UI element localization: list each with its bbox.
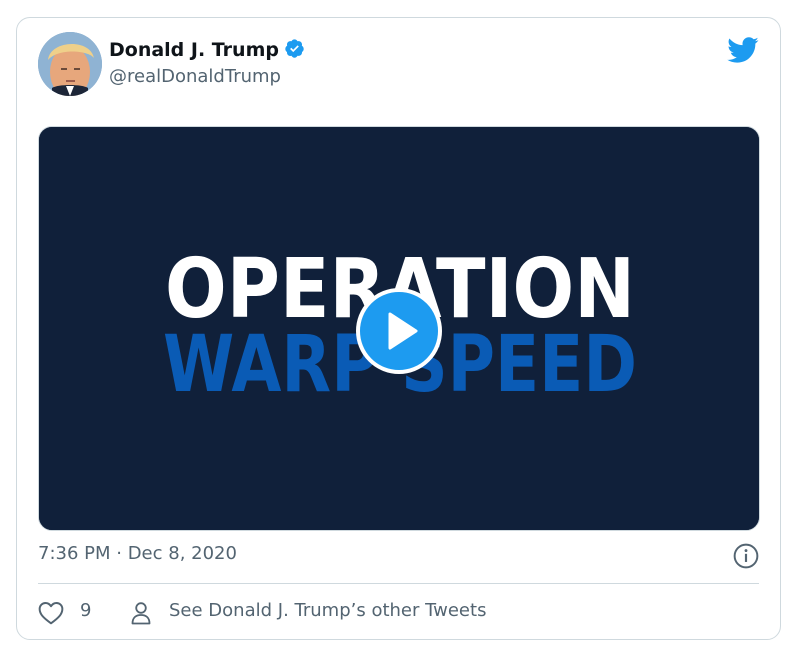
author-name-text: Donald J. Trump [109,39,279,61]
twitter-bird-icon[interactable] [726,36,759,64]
tweet-timestamp[interactable]: 7:36 PM · Dec 8, 2020 [38,543,237,564]
avatar[interactable] [38,32,102,96]
heart-icon[interactable] [38,601,64,625]
tweet-actions: 9 See Donald J. Trump’s other Tweets [38,598,738,628]
info-icon[interactable] [733,543,759,569]
play-button[interactable] [356,288,442,374]
like-count: 9 [80,600,92,621]
see-other-tweets-label: See Donald J. Trump’s other Tweets [169,600,487,621]
play-icon [388,312,418,350]
verified-badge-icon [285,39,304,58]
person-icon [131,602,151,625]
divider [38,583,759,584]
avatar-image [38,32,102,96]
video-player[interactable]: OPERATION WARP SPEED [38,126,760,531]
author-display-name[interactable]: Donald J. Trump [109,38,305,61]
tweet-card: Donald J. Trump @realDonaldTrump OPERATI… [16,17,781,640]
author-handle[interactable]: @realDonaldTrump [109,66,281,87]
